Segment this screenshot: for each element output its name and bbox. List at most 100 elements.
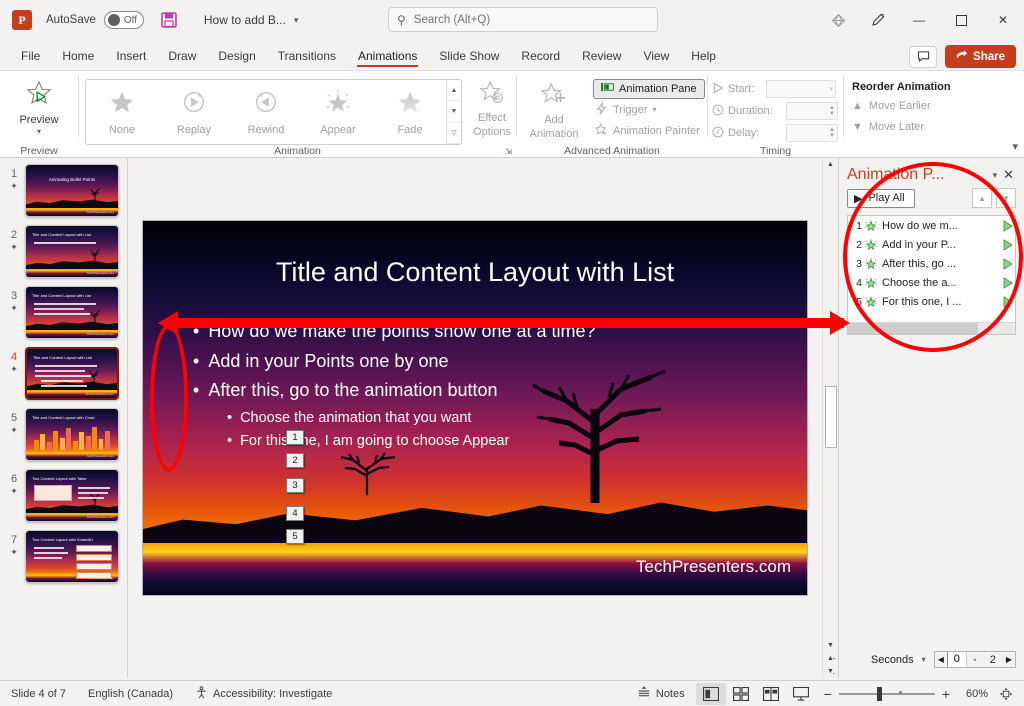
animation-tag-5[interactable]: 5: [286, 529, 304, 544]
zoom-slider[interactable]: − +: [816, 686, 958, 702]
animation-list-item[interactable]: 1 How do we m...: [848, 216, 1015, 235]
thumbnail-slide-1[interactable]: 1 ✦ Animating Bullet Points TechPresente…: [0, 164, 127, 217]
seconds-label[interactable]: Seconds: [871, 654, 914, 666]
trigger-chevron-down-icon[interactable]: ▾: [652, 105, 656, 114]
seconds-right-arrow-icon[interactable]: ▶: [1003, 655, 1015, 664]
duration-input[interactable]: ▲ ▼: [786, 102, 838, 120]
document-title[interactable]: How to add B...: [204, 13, 286, 27]
slide-counter[interactable]: Slide 4 of 7: [0, 688, 77, 700]
pen-icon[interactable]: [858, 4, 898, 36]
tab-file[interactable]: File: [10, 45, 51, 70]
minimize-button[interactable]: —: [898, 4, 940, 36]
search-input[interactable]: [413, 13, 624, 26]
animation-list-item[interactable]: 2 Add in your P...: [848, 235, 1015, 254]
animation-list-item[interactable]: 4 Choose the a...: [848, 273, 1015, 292]
diamond-icon[interactable]: [818, 4, 858, 36]
ribbon-collapse-icon[interactable]: ▾: [1012, 140, 1018, 153]
view-slide-show-button[interactable]: [786, 683, 816, 705]
hscrollbar-thumb[interactable]: [848, 323, 979, 334]
accessibility-status[interactable]: Accessibility: Investigate: [184, 685, 343, 702]
animation-fade[interactable]: Fade: [374, 80, 446, 144]
animation-replay[interactable]: Replay: [158, 80, 230, 144]
animation-gallery-scroll[interactable]: ▲ ▼ ▽: [446, 80, 461, 144]
document-title-chevron-down-icon[interactable]: ▾: [294, 15, 299, 26]
animation-item-play-icon[interactable]: [1001, 295, 1015, 308]
animation-tag-3[interactable]: 3: [286, 478, 304, 493]
animation-pane-chevron-down-icon[interactable]: ▾: [993, 170, 1004, 181]
animation-appear[interactable]: Appear: [302, 80, 374, 144]
move-later-button[interactable]: ▼ Move Later: [844, 116, 932, 137]
slide-title[interactable]: Title and Content Layout with List: [143, 257, 807, 288]
gallery-scroll-down-icon[interactable]: ▼: [447, 101, 461, 123]
gallery-scroll-up-icon[interactable]: ▲: [447, 80, 461, 102]
scroll-down-icon[interactable]: ▼: [827, 639, 834, 652]
zoom-level[interactable]: 60%: [958, 688, 988, 700]
start-dropdown[interactable]: ▾: [766, 80, 836, 98]
tab-draw[interactable]: Draw: [157, 45, 207, 70]
add-animation-button[interactable]: Add Animation: [517, 74, 591, 140]
trigger-button[interactable]: Trigger ▾: [591, 99, 705, 120]
share-button[interactable]: Share: [945, 45, 1016, 68]
animation-tag-2[interactable]: 2: [286, 453, 304, 468]
canvas-vertical-scrollbar[interactable]: ▲ ▼ ▲̴ ▼̱: [822, 158, 838, 678]
animation-list-horizontal-scrollbar[interactable]: [848, 322, 1015, 334]
delay-row[interactable]: Delay: ▲ ▼: [708, 122, 838, 144]
fit-slide-button[interactable]: [988, 687, 1024, 701]
slide-thumbnail-pane[interactable]: 1 ✦ Animating Bullet Points TechPresente…: [0, 158, 128, 678]
tab-view[interactable]: View: [632, 45, 680, 70]
animation-pane-close-icon[interactable]: ✕: [1003, 167, 1018, 183]
thumbnail-image-2[interactable]: Title and Content Layout with List TechP…: [25, 225, 119, 278]
animation-gallery[interactable]: None Replay Rewind Appear Fade ▲ ▼ ▽: [85, 79, 462, 145]
thumbnail-image-4[interactable]: Title and Content Layout with List TechP…: [25, 347, 119, 400]
move-earlier-button[interactable]: ▲ Move Earlier: [844, 95, 939, 116]
animation-item-play-icon[interactable]: [1001, 257, 1015, 270]
animation-item-play-icon[interactable]: [1001, 219, 1015, 232]
tab-help[interactable]: Help: [680, 45, 727, 70]
thumbnail-image-7[interactable]: Two Content Layout with SmartArt TechPre…: [25, 530, 119, 583]
close-button[interactable]: ✕: [982, 4, 1024, 36]
thumbnail-slide-2[interactable]: 2 ✦ Title and Content Layout with List T…: [0, 225, 127, 278]
animation-list-item[interactable]: 3 After this, go ...: [848, 254, 1015, 273]
start-chevron-down-icon[interactable]: ▾: [826, 85, 833, 93]
view-slide-sorter-button[interactable]: [726, 683, 756, 705]
animation-item-play-icon[interactable]: [1001, 238, 1015, 251]
delay-input[interactable]: ▲ ▼: [786, 124, 838, 142]
scrollbar-thumb[interactable]: [824, 386, 837, 448]
animation-list[interactable]: 1 How do we m... 2 Add in your P... 3 Af…: [847, 215, 1016, 335]
comments-button[interactable]: [909, 45, 938, 68]
delay-spinner[interactable]: ▲ ▼: [829, 127, 835, 139]
scroll-up-icon[interactable]: ▲: [827, 158, 834, 171]
animation-dialog-launcher-icon[interactable]: ⇲: [505, 147, 512, 156]
view-normal-button[interactable]: [695, 682, 726, 705]
tab-transitions[interactable]: Transitions: [267, 45, 347, 70]
previous-slide-icon[interactable]: ▲̴: [827, 652, 834, 665]
thumbnail-slide-5[interactable]: 5 ✦ Title and Content Layout with Chart …: [0, 408, 127, 461]
search-box[interactable]: ⚲: [388, 7, 658, 32]
thumbnail-image-6[interactable]: Two Content Layout with Table TechPresen…: [25, 469, 119, 522]
language-indicator[interactable]: English (Canada): [77, 688, 184, 700]
thumbnail-slide-4[interactable]: 4 ✦ Title and Content Layout with List T…: [0, 347, 127, 400]
tab-animations[interactable]: Animations: [347, 45, 428, 70]
duration-spinner[interactable]: ▲ ▼: [829, 105, 835, 117]
tab-home[interactable]: Home: [51, 45, 105, 70]
tab-review[interactable]: Review: [571, 45, 632, 70]
tab-record[interactable]: Record: [510, 45, 571, 70]
next-slide-icon[interactable]: ▼̱: [827, 665, 834, 678]
animation-list-item[interactable]: 5 For this one, I ...: [848, 292, 1015, 311]
zoom-in-button[interactable]: +: [942, 686, 950, 702]
tab-insert[interactable]: Insert: [105, 45, 157, 70]
tab-slide-show[interactable]: Slide Show: [428, 45, 510, 70]
move-down-button[interactable]: ▼: [996, 188, 1016, 208]
zoom-out-button[interactable]: −: [824, 686, 832, 702]
tab-design[interactable]: Design: [207, 45, 266, 70]
autosave-toggle[interactable]: Off: [103, 11, 144, 29]
animation-item-play-icon[interactable]: [1001, 276, 1015, 289]
thumbnail-slide-3[interactable]: 3 ✦ Title and Content Layout with List T…: [0, 286, 127, 339]
effect-options-button[interactable]: Effect Options: [468, 74, 516, 138]
zoom-handle[interactable]: [876, 686, 882, 701]
duration-row[interactable]: Duration: ▲ ▼: [708, 100, 838, 122]
seconds-left-arrow-icon[interactable]: ◀: [935, 655, 947, 664]
view-reading-button[interactable]: [756, 683, 786, 705]
preview-button[interactable]: Preview ▾: [0, 74, 78, 136]
animation-tag-4[interactable]: 4: [286, 506, 304, 521]
